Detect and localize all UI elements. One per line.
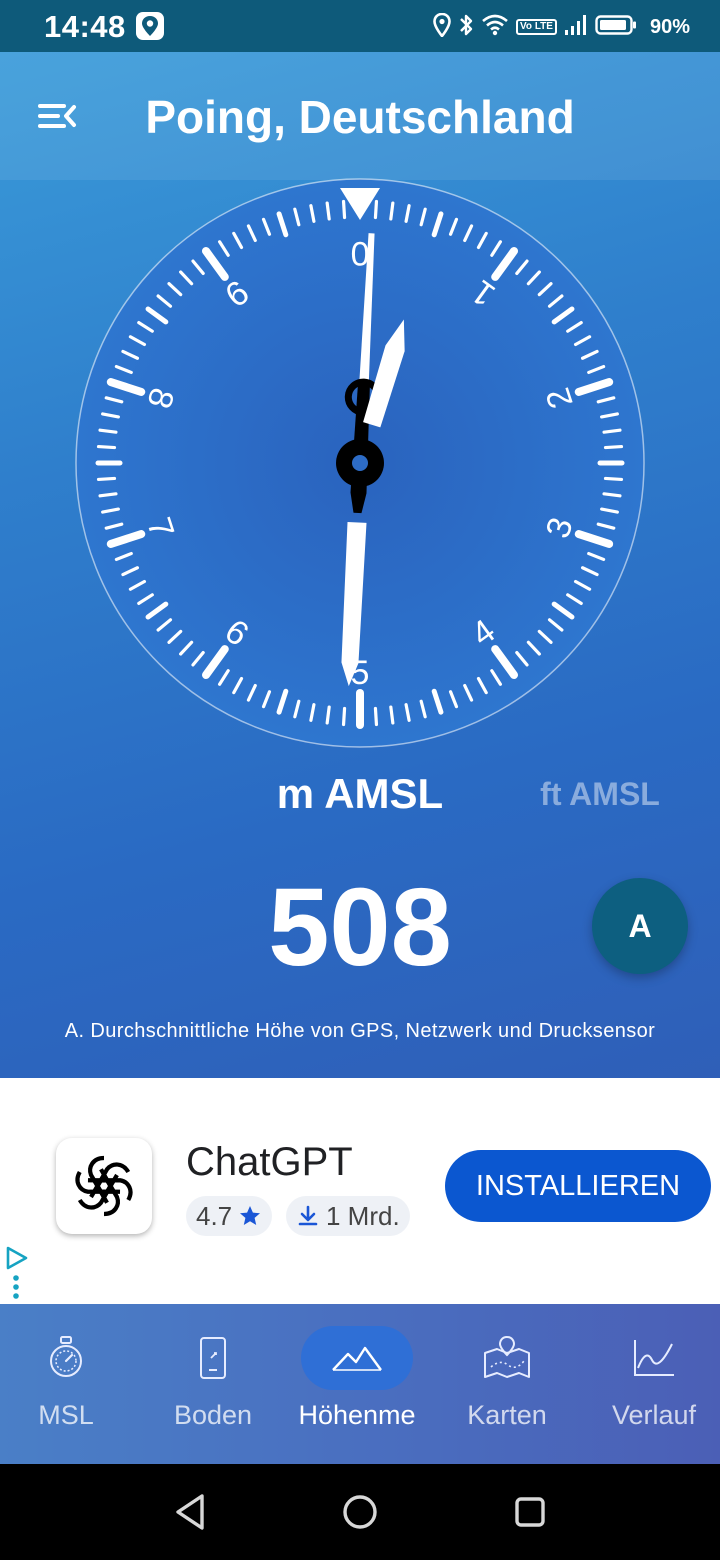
mountain-icon xyxy=(301,1326,413,1390)
minor-tick xyxy=(603,444,624,450)
ad-banner[interactable]: ChatGPT 4.7 1 Mrd. INSTALLIEREN xyxy=(0,1078,720,1304)
location-icon xyxy=(433,12,451,42)
minor-tick xyxy=(389,705,395,725)
bottom-navigation: MSL Boden Höhenme Karten Verlauf xyxy=(0,1304,720,1464)
altimeter-screen: Poing, Deutschland 0123456789 m AMSL ft … xyxy=(0,52,720,1078)
minor-tick xyxy=(602,492,622,498)
status-icons: Vo LTE 90% xyxy=(433,11,690,43)
minor-tick xyxy=(373,706,379,727)
minor-tick xyxy=(98,428,118,434)
location-app-icon xyxy=(136,12,164,40)
ad-install-button[interactable]: INSTALLIEREN xyxy=(445,1150,711,1222)
minor-tick xyxy=(96,476,117,482)
battery-percentage: 90% xyxy=(649,15,690,38)
nav-item-karten[interactable]: Karten xyxy=(436,1304,578,1464)
home-icon xyxy=(343,1495,377,1529)
ad-rating: 4.7 xyxy=(196,1200,233,1231)
nav-label-hoehenmesser: Höhenme xyxy=(298,1400,416,1430)
star-icon xyxy=(240,1206,261,1225)
recents-button[interactable] xyxy=(500,1484,560,1540)
recents-icon xyxy=(515,1497,545,1527)
minor-tick xyxy=(325,201,331,221)
app-toolbar: Poing, Deutschland xyxy=(0,52,720,180)
ad-choices-icon[interactable] xyxy=(4,1244,30,1304)
unit-m-amsl-tab[interactable]: m AMSL xyxy=(210,770,510,818)
volte-icon: Vo LTE xyxy=(516,19,557,35)
chart-line-icon xyxy=(598,1326,710,1390)
ad-app-name[interactable]: ChatGPT xyxy=(186,1140,353,1185)
back-button[interactable] xyxy=(160,1484,220,1540)
minor-tick xyxy=(373,199,379,220)
battery-icon xyxy=(595,14,637,41)
minor-tick xyxy=(603,476,624,482)
status-time: 14:48 xyxy=(44,9,126,44)
chatgpt-logo-icon[interactable] xyxy=(56,1138,152,1234)
minor-tick xyxy=(341,199,347,220)
status-bar: 14:48 Vo LTE 90% xyxy=(0,0,720,52)
altitude-value: 508 xyxy=(268,866,452,989)
ad-downloads-chip: 1 Mrd. xyxy=(286,1196,410,1236)
ad-downloads: 1 Mrd. xyxy=(326,1200,400,1231)
compass-icon xyxy=(10,1326,122,1390)
minor-tick xyxy=(96,444,117,450)
nav-label-verlauf: Verlauf xyxy=(611,1400,697,1430)
nav-label-msl: MSL xyxy=(38,1400,94,1430)
altitude-mode-note: A. Durchschnittliche Höhe von GPS, Netzw… xyxy=(64,1020,656,1042)
altimeter-gauge: 0123456789 xyxy=(75,178,645,748)
minor-tick xyxy=(98,492,118,498)
ad-rating-chip: 4.7 xyxy=(186,1196,273,1236)
bluetooth-icon xyxy=(458,12,474,43)
back-icon xyxy=(176,1494,204,1530)
map-icon xyxy=(451,1326,563,1390)
unit-ft-amsl-tab[interactable]: ft AMSL xyxy=(520,776,680,813)
system-navigation-bar xyxy=(0,1464,720,1560)
minor-tick xyxy=(602,428,622,434)
nav-item-verlauf[interactable]: Verlauf xyxy=(584,1304,720,1464)
minor-tick xyxy=(389,201,395,221)
home-button[interactable] xyxy=(330,1484,390,1540)
minor-tick xyxy=(341,706,347,727)
nav-item-boden[interactable]: Boden xyxy=(140,1304,286,1464)
nav-item-msl[interactable]: MSL xyxy=(0,1304,132,1464)
nav-label-karten: Karten xyxy=(467,1400,547,1430)
download-icon xyxy=(298,1205,318,1226)
signal-icon xyxy=(564,14,588,41)
phone-ground-icon xyxy=(157,1326,269,1390)
altitude-mode-button[interactable]: A xyxy=(592,878,688,974)
nav-label-boden: Boden xyxy=(173,1400,253,1430)
nav-item-hoehenmesser[interactable]: Höhenme xyxy=(286,1304,428,1464)
page-title: Poing, Deutschland xyxy=(145,91,575,143)
wifi-icon xyxy=(481,14,509,41)
minor-tick xyxy=(325,705,331,725)
